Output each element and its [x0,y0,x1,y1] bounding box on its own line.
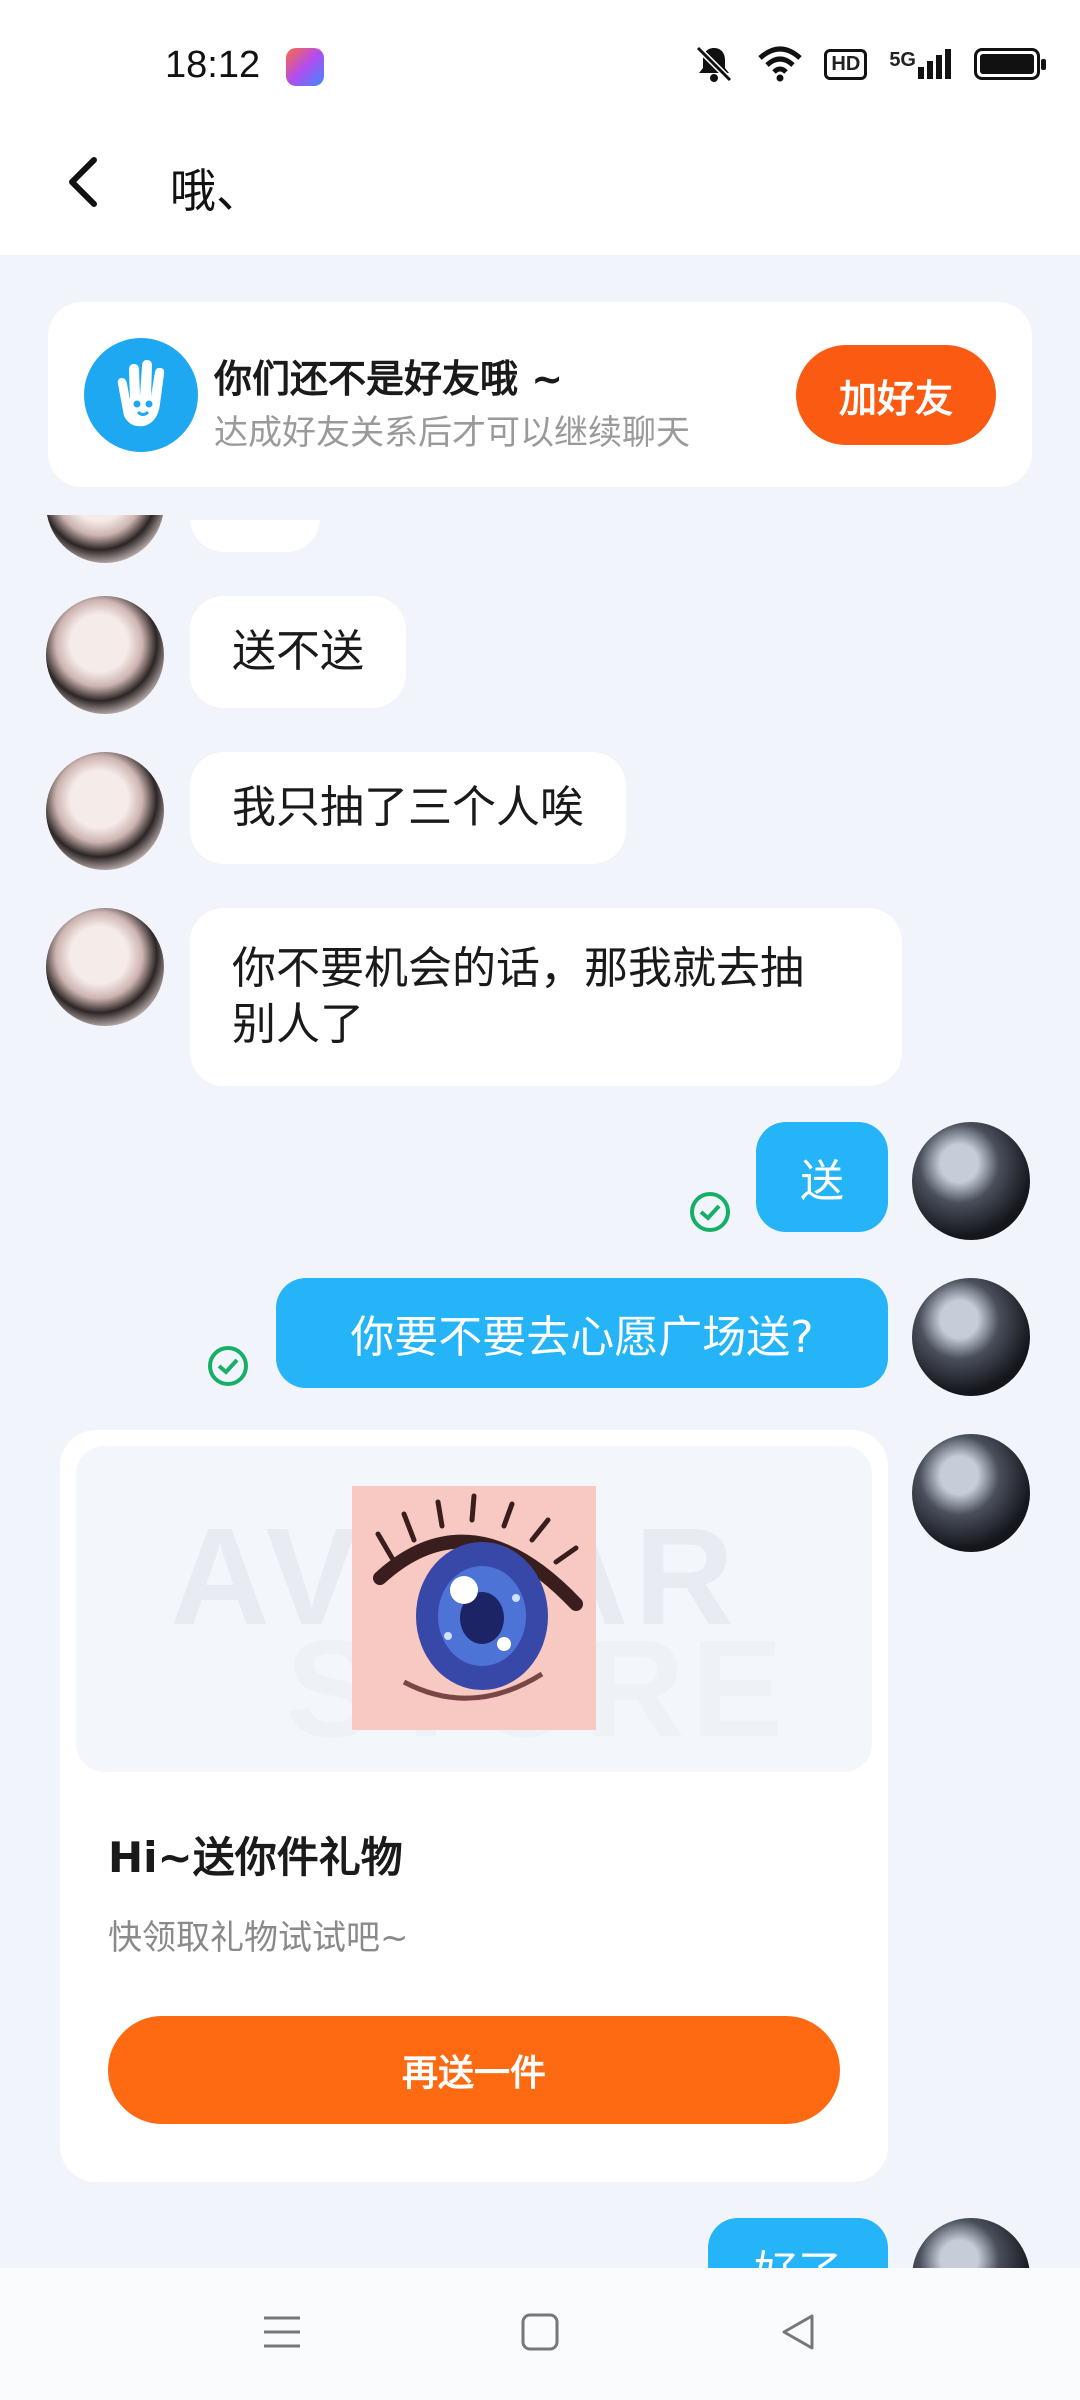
message-text: 送 [800,1156,844,1207]
message-bubble-in: 你不要机会的话，那我就去抽 别人了 [190,908,902,1086]
gift-eye-image [352,1486,596,1730]
home-icon[interactable] [520,2312,560,2352]
back-arrow-icon[interactable] [58,152,118,212]
message-bubble-in: 送不送 [190,596,406,708]
message-text-line: 别人了 [232,999,364,1050]
app-notification-icon [286,48,324,86]
my-avatar[interactable] [912,1122,1030,1240]
battery-icon [974,48,1046,80]
status-icons: HD 5G [692,44,1046,84]
status-time: 18:12 [165,44,261,86]
message-text: 送不送 [232,625,364,677]
hd-badge: HD [824,48,868,80]
banner-subtitle: 达成好友关系后才可以继续聊天 [214,413,690,453]
message-bubble-in: 我只抽了三个人唉 [190,752,626,864]
bell-muted-icon [696,45,733,83]
my-avatar[interactable] [912,1434,1030,1552]
message-bubble-out: 你要不要去心愿广场送? [276,1278,888,1388]
menu-icon[interactable] [262,2312,302,2352]
gift-card-subtitle: 快领取礼物试试吧~ [108,1918,409,1958]
contact-avatar[interactable] [46,752,164,870]
message-text: 你要不要去心愿广场送? [350,1312,814,1363]
read-check-icon [208,1346,248,1386]
message-bubble-partial [190,520,320,552]
network-type: 5G [889,49,916,71]
send-another-gift-button[interactable]: 再送一件 [108,2016,840,2124]
chat-header [0,130,1080,255]
my-avatar[interactable] [912,1278,1030,1396]
message-text-line: 你不要机会的话，那我就去抽 [232,942,804,994]
back-triangle-icon[interactable] [778,2312,818,2352]
banner-title: 你们还不是好友哦 ~ [214,357,564,401]
contact-avatar[interactable] [46,596,164,714]
message-bubble-out: 送 [756,1122,888,1232]
chat-title: 哦、 [170,164,262,218]
hand-wave-icon [84,338,198,452]
signal-bars-icon [918,49,951,79]
wifi-icon [758,46,803,82]
gift-card-title: Hi~送你件礼物 [108,1833,403,1882]
read-check-icon [690,1192,730,1232]
message-text: 我只抽了三个人唉 [232,781,584,833]
add-friend-button[interactable]: 加好友 [796,345,996,445]
contact-avatar[interactable] [46,908,164,1026]
signal-icon: 5G [889,49,952,79]
